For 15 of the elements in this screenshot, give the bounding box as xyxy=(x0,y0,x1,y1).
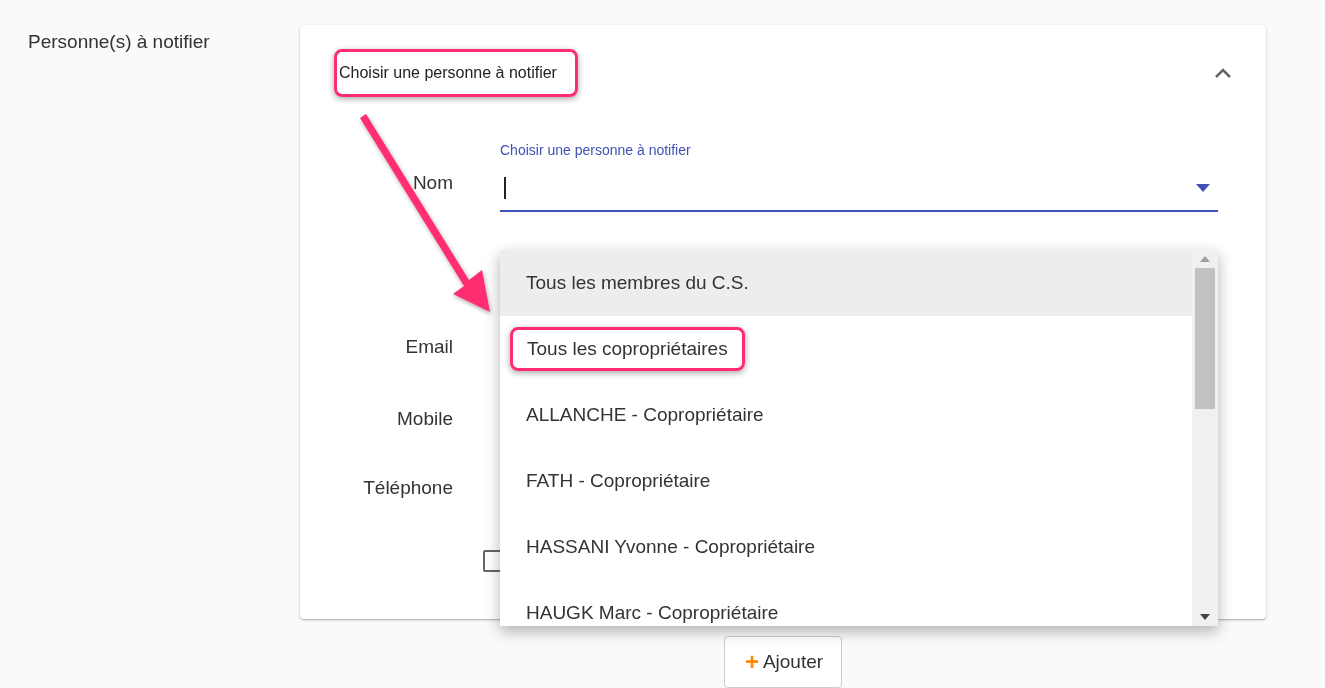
field-label: Téléphone xyxy=(362,477,453,499)
field-label: Email xyxy=(404,336,453,358)
section-label: Personne(s) à notifier xyxy=(28,31,210,52)
chevron-up-icon[interactable] xyxy=(1214,66,1232,79)
scroll-down-icon[interactable] xyxy=(1200,614,1210,620)
dropdown-arrow-icon[interactable] xyxy=(1196,183,1210,192)
text-cursor xyxy=(504,176,506,199)
field-label: Nom xyxy=(411,171,453,194)
menu-option[interactable]: Tous les membres du C.S. xyxy=(500,250,1192,316)
scrollbar[interactable] xyxy=(1192,250,1218,626)
add-button[interactable]: + Ajouter xyxy=(723,636,843,688)
select-label: Choisir une personne à notifier xyxy=(500,141,691,158)
menu-option[interactable]: HAUGK Marc - Copropriétaire xyxy=(500,580,1192,626)
field-label: Mobile xyxy=(396,408,453,430)
panel-title[interactable]: Choisir une personne à notifier xyxy=(334,48,578,97)
